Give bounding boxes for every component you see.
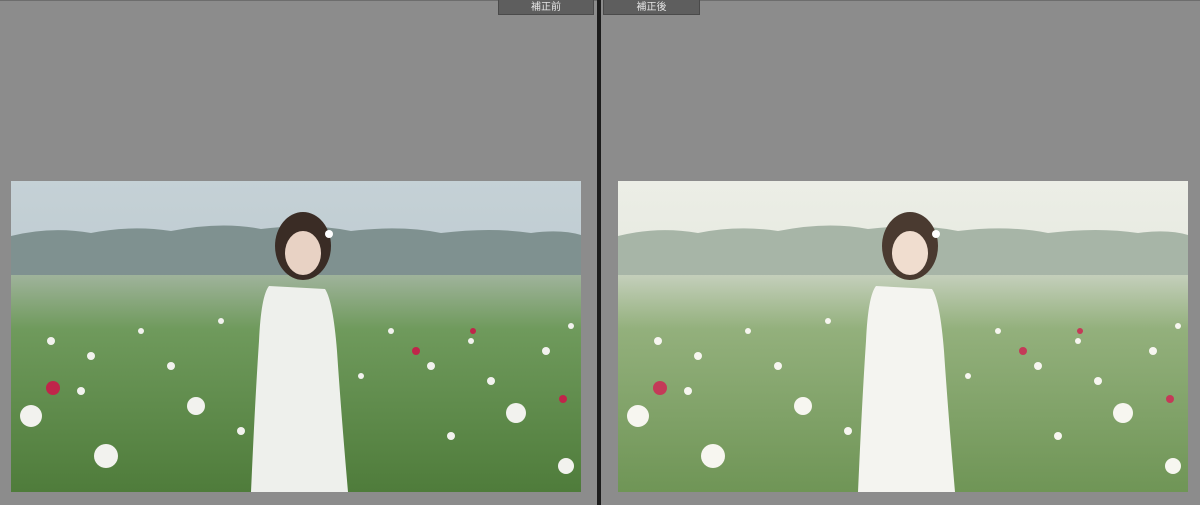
- before-label: 補正前: [498, 0, 594, 15]
- after-label: 補正後: [603, 0, 700, 15]
- after-pane[interactable]: 補正後: [603, 0, 1200, 505]
- before-photo: [11, 181, 581, 492]
- after-photo: [618, 181, 1188, 492]
- before-after-compare-view: 補正前 補正後: [0, 0, 1200, 505]
- before-pane[interactable]: 補正前: [0, 0, 597, 505]
- split-divider[interactable]: [597, 0, 601, 505]
